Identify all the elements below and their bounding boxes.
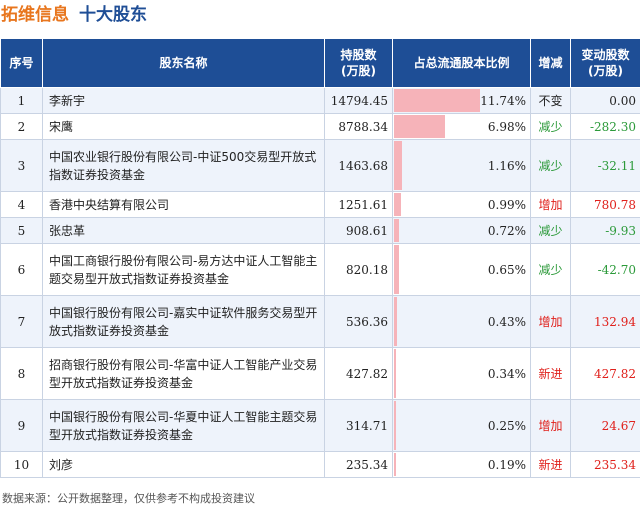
shares-held: 908.61: [324, 217, 393, 244]
ratio-cell: 0.43%: [392, 295, 531, 348]
shareholder-name: 中国工商银行股份有限公司-易方达中证人工智能主题交易型开放式指数证券投资基金: [42, 243, 325, 296]
change-status: 增加: [530, 191, 571, 218]
change-status: 新进: [530, 451, 571, 478]
change-amount: 427.82: [570, 347, 640, 400]
row-index: 10: [0, 451, 43, 478]
table-header-row: 序号 股东名称 持股数 (万股) 占总流通股本比例 增减 变动股数 (万股): [0, 38, 640, 88]
ratio-cell: 0.65%: [392, 243, 531, 296]
table-row: 6 中国工商银行股份有限公司-易方达中证人工智能主题交易型开放式指数证券投资基金 8…: [0, 243, 640, 296]
row-index: 4: [0, 191, 43, 218]
ratio-cell: 6.98%: [392, 113, 531, 140]
row-index: 1: [0, 87, 43, 114]
change-status: 增加: [530, 399, 571, 452]
table-row: 1 李新宇 14794.45 11.74% 不变 0.00: [0, 87, 640, 114]
ratio-value: 0.25%: [487, 418, 526, 433]
row-index: 3: [0, 139, 43, 192]
ratio-cell: 0.72%: [392, 217, 531, 244]
shares-held: 536.36: [324, 295, 393, 348]
table-row: 9 中国银行股份有限公司-华夏中证人工智能主题交易型开放式指数证券投资基金 314.…: [0, 399, 640, 452]
col-header-name: 股东名称: [42, 38, 325, 88]
row-index: 7: [0, 295, 43, 348]
change-status: 新进: [530, 347, 571, 400]
change-amount: 235.34: [570, 451, 640, 478]
shareholder-name: 刘彦: [42, 451, 325, 478]
ratio-cell: 11.74%: [392, 87, 531, 114]
shareholder-name: 香港中央结算有限公司: [42, 191, 325, 218]
change-amount: 780.78: [570, 191, 640, 218]
shares-held: 1251.61: [324, 191, 393, 218]
change-amount: -42.70: [570, 243, 640, 296]
change-status: 减少: [530, 217, 571, 244]
col-header-delta: 变动股数 (万股): [570, 38, 640, 88]
row-index: 9: [0, 399, 43, 452]
shareholder-name: 中国银行股份有限公司-嘉实中证软件服务交易型开放式指数证券投资基金: [42, 295, 325, 348]
col-header-shares: 持股数 (万股): [324, 38, 393, 88]
table-row: 5 张忠革 908.61 0.72% 减少 -9.93: [0, 217, 640, 244]
change-status: 不变: [530, 87, 571, 114]
ratio-value: 0.43%: [487, 314, 526, 329]
change-amount: -32.11: [570, 139, 640, 192]
page-subtitle: 十大股东: [79, 5, 147, 25]
data-source-note: 数据来源：公开数据整理，仅供参考不构成投资建议: [2, 492, 255, 505]
table-row: 4 香港中央结算有限公司 1251.61 0.99% 增加 780.78: [0, 191, 640, 218]
shares-held: 8788.34: [324, 113, 393, 140]
ratio-cell: 0.99%: [392, 191, 531, 218]
shareholder-name: 中国银行股份有限公司-华夏中证人工智能主题交易型开放式指数证券投资基金: [42, 399, 325, 452]
ratio-cell: 0.34%: [392, 347, 531, 400]
row-index: 5: [0, 217, 43, 244]
ratio-value: 0.19%: [487, 457, 526, 472]
change-status: 增加: [530, 295, 571, 348]
table-row: 2 宋鹰 8788.34 6.98% 减少 -282.30: [0, 113, 640, 140]
shareholder-name: 招商银行股份有限公司-华富中证人工智能产业交易型开放式指数证券投资基金: [42, 347, 325, 400]
ratio-value: 11.74%: [480, 93, 526, 108]
shareholder-name: 李新宇: [42, 87, 325, 114]
row-index: 2: [0, 113, 43, 140]
shares-held: 14794.45: [324, 87, 393, 114]
shares-held: 235.34: [324, 451, 393, 478]
change-amount: -9.93: [570, 217, 640, 244]
shareholders-table: 序号 股东名称 持股数 (万股) 占总流通股本比例 增减 变动股数 (万股) 1 李新…: [0, 38, 640, 478]
shareholder-name: 张忠革: [42, 217, 325, 244]
shares-held: 1463.68: [324, 139, 393, 192]
ratio-value: 0.99%: [487, 197, 526, 212]
ratio-cell: 0.19%: [392, 451, 531, 478]
change-amount: -282.30: [570, 113, 640, 140]
change-amount: 24.67: [570, 399, 640, 452]
shares-held: 427.82: [324, 347, 393, 400]
shareholder-name: 宋鹰: [42, 113, 325, 140]
ratio-value: 1.16%: [487, 158, 526, 173]
change-status: 减少: [530, 139, 571, 192]
row-index: 8: [0, 347, 43, 400]
company-name: 拓维信息: [1, 5, 69, 25]
shareholder-name: 中国农业银行股份有限公司-中证500交易型开放式指数证券投资基金: [42, 139, 325, 192]
ratio-value: 0.34%: [487, 366, 526, 381]
col-header-ratio: 占总流通股本比例: [392, 38, 531, 88]
ratio-value: 0.72%: [487, 223, 526, 238]
col-header-change: 增减: [530, 38, 571, 88]
row-index: 6: [0, 243, 43, 296]
table-row: 10 刘彦 235.34 0.19% 新进 235.34: [0, 451, 640, 478]
change-status: 减少: [530, 243, 571, 296]
page-title: 拓维信息 十大股东: [0, 0, 640, 30]
ratio-value: 6.98%: [487, 119, 526, 134]
table-row: 3 中国农业银行股份有限公司-中证500交易型开放式指数证券投资基金 1463.68…: [0, 139, 640, 192]
col-header-index: 序号: [0, 38, 43, 88]
table-row: 8 招商银行股份有限公司-华富中证人工智能产业交易型开放式指数证券投资基金 427.…: [0, 347, 640, 400]
ratio-cell: 0.25%: [392, 399, 531, 452]
shares-held: 314.71: [324, 399, 393, 452]
change-amount: 0.00: [570, 87, 640, 114]
ratio-cell: 1.16%: [392, 139, 531, 192]
change-status: 减少: [530, 113, 571, 140]
table-row: 7 中国银行股份有限公司-嘉实中证软件服务交易型开放式指数证券投资基金 536.36…: [0, 295, 640, 348]
change-amount: 132.94: [570, 295, 640, 348]
shares-held: 820.18: [324, 243, 393, 296]
ratio-value: 0.65%: [487, 262, 526, 277]
